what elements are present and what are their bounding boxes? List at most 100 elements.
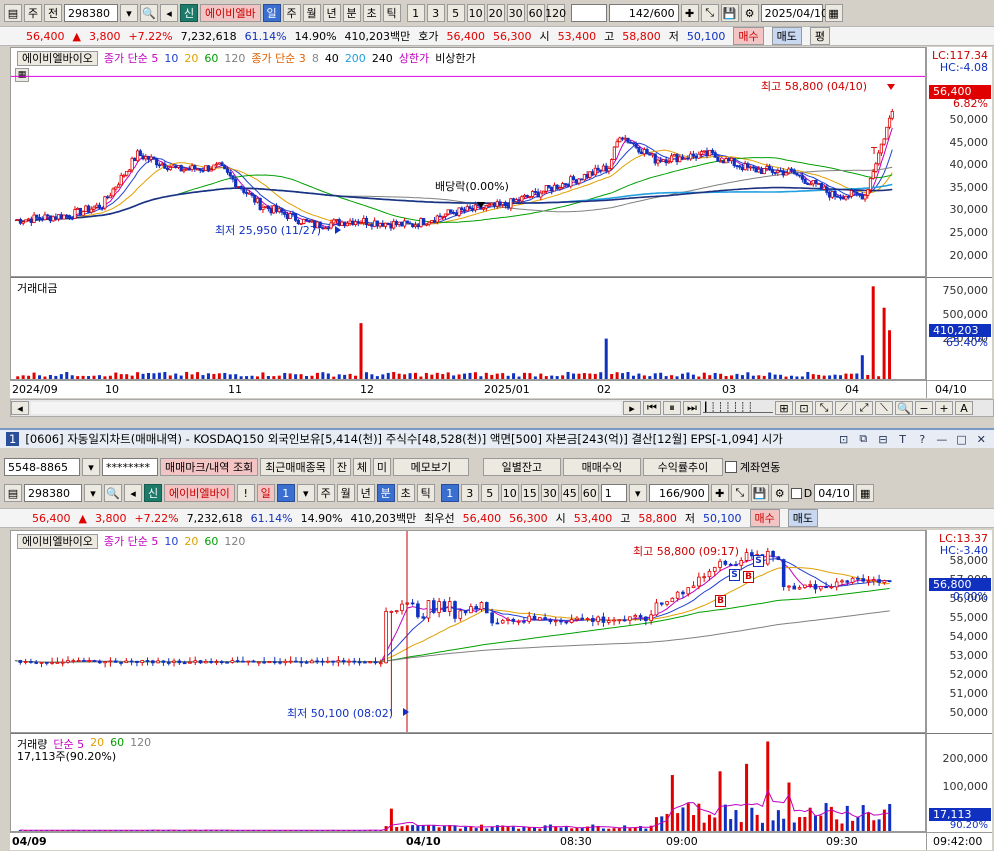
pause-icon[interactable]: ⏸ bbox=[663, 401, 681, 415]
tf-second[interactable]: 초 bbox=[362, 4, 381, 22]
trade-marker-sell[interactable]: S bbox=[753, 555, 764, 567]
tf-week[interactable]: 주 bbox=[316, 484, 335, 502]
minus-icon[interactable]: − bbox=[915, 401, 933, 415]
account-dropdown-icon[interactable]: ▾ bbox=[82, 458, 100, 476]
checkbox-box[interactable] bbox=[724, 461, 737, 473]
first-icon[interactable]: ⏮ bbox=[643, 401, 661, 415]
speaker-icon[interactable]: ◂ bbox=[160, 4, 178, 22]
tf-day[interactable]: 일 bbox=[256, 484, 275, 502]
draw-tool-5-icon[interactable]: ⤢ bbox=[855, 401, 873, 415]
minimize-icon[interactable]: — bbox=[935, 432, 949, 446]
settings-icon[interactable]: ⚙ bbox=[770, 484, 789, 502]
maximize-icon[interactable]: □ bbox=[955, 432, 969, 446]
daily-balance-button[interactable]: 일별잔고 bbox=[482, 458, 561, 476]
n-input[interactable]: 1 bbox=[600, 484, 627, 502]
period-button-6[interactable]: 45 bbox=[560, 484, 579, 502]
stock-code-input[interactable]: 298380 bbox=[24, 484, 82, 502]
scroll-left-icon[interactable]: ◂ bbox=[11, 401, 29, 415]
copy-icon[interactable]: ⧉ bbox=[856, 432, 870, 446]
tf-year[interactable]: 년 bbox=[356, 484, 375, 502]
window-title-bar[interactable]: 1 [0606] 자동일지차트(매매내역) - KOSDAQ150 외국인보유[… bbox=[0, 428, 994, 448]
scroll-right-icon[interactable]: ▸ bbox=[623, 401, 641, 415]
account-input[interactable]: 5548-8865 bbox=[4, 458, 80, 476]
calendar-icon[interactable]: ▦ bbox=[856, 484, 875, 502]
balance-button[interactable]: 잔 bbox=[332, 458, 351, 476]
tf-tick[interactable]: 틱 bbox=[416, 484, 435, 502]
tf-day[interactable]: 일 bbox=[262, 4, 281, 22]
alert-button[interactable]: ! bbox=[236, 484, 255, 502]
bottom-price-panel[interactable]: 에이비엘바이오 종가 단순 5 10 20 60 120 최고 58,800 (09:… bbox=[10, 530, 926, 733]
top-volume-panel[interactable]: 거래대금 bbox=[10, 277, 926, 380]
period-button-5[interactable]: 30 bbox=[506, 4, 525, 22]
unfilled-button[interactable]: 미 bbox=[372, 458, 391, 476]
account-link-checkbox[interactable]: 계좌연동 bbox=[724, 459, 780, 475]
count-display[interactable]: 166/900 bbox=[648, 484, 709, 502]
cross-icon[interactable]: ✚ bbox=[680, 4, 699, 22]
tf-week[interactable]: 주 bbox=[282, 4, 301, 22]
menu-icon[interactable]: ▤ bbox=[4, 484, 22, 502]
trade-marker-buy[interactable]: B bbox=[743, 571, 754, 583]
tf-month[interactable]: 월 bbox=[336, 484, 355, 502]
tf-year[interactable]: 년 bbox=[322, 4, 341, 22]
trade-mark-button[interactable]: 매매마크/내역 조회 bbox=[160, 458, 259, 476]
calendar-icon[interactable]: ▦ bbox=[824, 4, 843, 22]
close-icon[interactable]: ✕ bbox=[974, 432, 988, 446]
period-button-1[interactable]: 3 bbox=[460, 484, 479, 502]
menu-icon[interactable]: ▤ bbox=[4, 4, 22, 22]
trade-marker-buy[interactable]: B bbox=[715, 595, 726, 607]
period-button-7[interactable]: 120 bbox=[545, 4, 566, 22]
stock-name[interactable]: 에이비엘바 bbox=[200, 4, 261, 22]
period-button-5[interactable]: 30 bbox=[540, 484, 559, 502]
font-icon[interactable]: A bbox=[955, 401, 973, 415]
sell-button[interactable]: 매도 bbox=[771, 27, 802, 45]
draw-tool-1-icon[interactable]: ⊞ bbox=[775, 401, 793, 415]
tf-tick[interactable]: 틱 bbox=[382, 4, 401, 22]
memo-button[interactable]: 메모보기 bbox=[392, 458, 469, 476]
dropdown-icon[interactable]: ▾ bbox=[84, 484, 102, 502]
stock-name[interactable]: 에이비엘바이 bbox=[164, 484, 235, 502]
trade-marker-sell[interactable]: S bbox=[729, 569, 740, 581]
save-icon[interactable]: 💾 bbox=[750, 484, 769, 502]
magnify-icon[interactable]: 🔍 bbox=[895, 401, 913, 415]
credit-badge[interactable]: 신 bbox=[180, 4, 198, 22]
week-tab[interactable]: 주 bbox=[24, 4, 42, 22]
date-input[interactable]: 2025/04/10 bbox=[760, 4, 828, 22]
pin-icon[interactable]: ⊟ bbox=[876, 432, 890, 446]
zoom-icon[interactable]: ⤡ bbox=[700, 4, 719, 22]
day-count[interactable]: 1 bbox=[276, 484, 295, 502]
tf-minute[interactable]: 분 bbox=[342, 4, 361, 22]
stock-code-input[interactable]: 298380 bbox=[64, 4, 118, 22]
d-checkbox[interactable]: D bbox=[790, 487, 812, 500]
tf-second[interactable]: 초 bbox=[396, 484, 415, 502]
period-button-6[interactable]: 60 bbox=[526, 4, 545, 22]
period-button-4[interactable]: 20 bbox=[486, 4, 505, 22]
return-trend-button[interactable]: 수익률추이 bbox=[642, 458, 723, 476]
zoom-icon[interactable]: ⤡ bbox=[730, 484, 749, 502]
draw-tool-6-icon[interactable]: ⟍ bbox=[875, 401, 893, 415]
period-button-3[interactable]: 10 bbox=[466, 4, 485, 22]
buy-button[interactable]: 매수 bbox=[749, 509, 780, 527]
day-dropdown-icon[interactable]: ▾ bbox=[296, 484, 315, 502]
cross-icon[interactable]: ✚ bbox=[710, 484, 729, 502]
draw-tool-4-icon[interactable]: ⟋ bbox=[835, 401, 853, 415]
draw-tool-3-icon[interactable]: ⤡ bbox=[815, 401, 833, 415]
password-input[interactable]: ******** bbox=[102, 458, 158, 476]
tf-minute[interactable]: 분 bbox=[376, 484, 395, 502]
buy-button[interactable]: 매수 bbox=[733, 27, 764, 45]
n-dropdown-icon[interactable]: ▾ bbox=[628, 484, 647, 502]
period-button-7[interactable]: 60 bbox=[580, 484, 599, 502]
sell-button[interactable]: 매도 bbox=[787, 509, 819, 527]
count-display[interactable]: 142/600 bbox=[608, 4, 679, 22]
bottom-volume-panel[interactable]: 거래량 단순 5 20 60 120 17,113주(90.20%) bbox=[10, 733, 926, 832]
plus-icon[interactable]: + bbox=[935, 401, 953, 415]
period-button-0[interactable]: 1 bbox=[440, 484, 459, 502]
period-button-2[interactable]: 5 bbox=[446, 4, 465, 22]
recent-trades-button[interactable]: 최근매매종목 bbox=[260, 458, 331, 476]
scroll-track[interactable] bbox=[31, 402, 621, 414]
save-icon[interactable]: 💾 bbox=[720, 4, 739, 22]
draw-tool-2-icon[interactable]: ⊡ bbox=[795, 401, 813, 415]
period-button-3[interactable]: 10 bbox=[500, 484, 519, 502]
prev-tab[interactable]: 전 bbox=[44, 4, 62, 22]
period-button-1[interactable]: 3 bbox=[426, 4, 445, 22]
help-icon[interactable]: ? bbox=[915, 432, 929, 446]
